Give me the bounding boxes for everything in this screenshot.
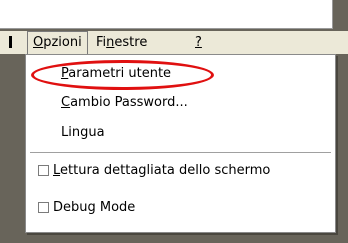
menu-separator bbox=[9, 36, 12, 48]
menu-opzioni-mnemonic: O bbox=[33, 35, 44, 50]
menu-item-cambio-password[interactable]: Cambio Password... bbox=[26, 91, 335, 115]
checkbox-icon bbox=[38, 165, 49, 176]
menu-item-lingua[interactable]: Lingua bbox=[26, 121, 335, 145]
menu-item-label: Cambio Password... bbox=[61, 95, 188, 110]
menu-item-label: Lingua bbox=[61, 125, 105, 140]
menu-item-label: Parametri utente bbox=[61, 66, 172, 81]
menu-bar: Opzioni Finestre ? bbox=[0, 31, 348, 54]
menu-item-lettura-dettagliata[interactable]: Lettura dettagliata dello schermo bbox=[26, 159, 335, 183]
parent-window bbox=[0, 0, 333, 29]
menu-finestre-rest: estre bbox=[114, 35, 148, 50]
menu-finestre-pre: Fi bbox=[96, 35, 107, 50]
menu-opzioni-rest: pzioni bbox=[43, 35, 82, 50]
checkbox-icon bbox=[38, 202, 49, 213]
menu-divider bbox=[30, 152, 331, 153]
menu-item-label: Lettura dettagliata dello schermo bbox=[53, 163, 271, 178]
menu-item-label: Debug Mode bbox=[53, 200, 136, 215]
opzioni-dropdown: Parametri utente Cambio Password... Ling… bbox=[25, 54, 336, 233]
menu-finestre[interactable]: Finestre bbox=[91, 31, 152, 54]
menu-item-parametri-utente[interactable]: Parametri utente bbox=[26, 62, 335, 86]
menu-item-debug-mode[interactable]: Debug Mode bbox=[26, 196, 335, 220]
menu-help-mnemonic: ? bbox=[195, 35, 202, 50]
menu-help[interactable]: ? bbox=[190, 31, 207, 54]
menu-opzioni[interactable]: Opzioni bbox=[27, 31, 88, 54]
